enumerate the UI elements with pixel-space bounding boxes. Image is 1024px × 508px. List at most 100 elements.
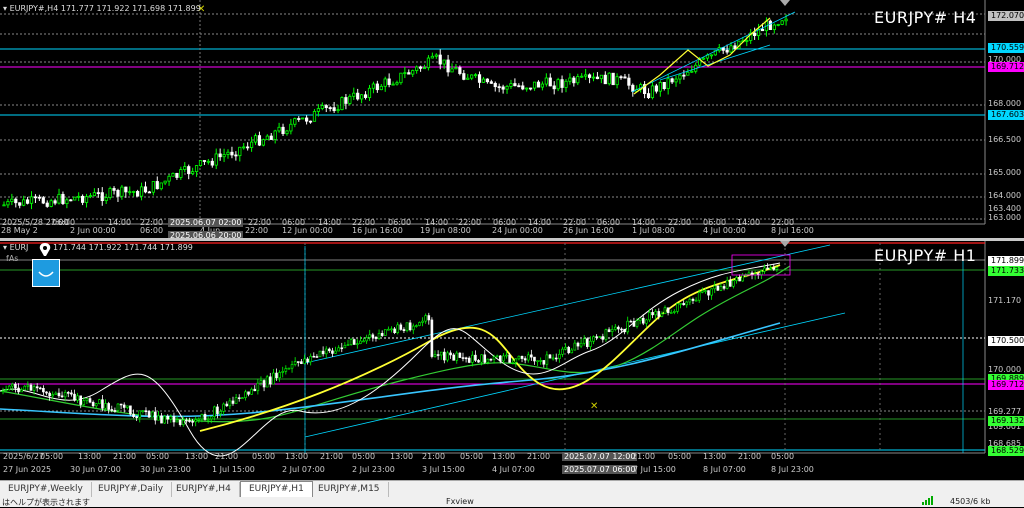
h1-chart-pane[interactable]: ✕ ▾ EURJ 171.744 171.922 171.744 171.899…: [0, 241, 1024, 480]
candle-body: [454, 67, 458, 70]
candle-body: [701, 57, 706, 60]
zigzag-line: [633, 17, 771, 95]
pen-marker-icon[interactable]: [38, 242, 52, 258]
candle-body: [315, 356, 319, 358]
time-axis-label: 21:00: [113, 452, 137, 461]
candle-body: [722, 286, 726, 289]
time-axis-label: 05:00: [352, 452, 376, 461]
candle-body: [328, 348, 331, 352]
candle-body: [595, 336, 598, 338]
time-axis-label: 2 Jun 00:00: [70, 226, 116, 235]
h1-chart-header: ▾ EURJ 171.744 171.922 171.744 171.899: [3, 243, 193, 252]
time-axis-label: 05:00: [252, 452, 276, 461]
trade-tool-button[interactable]: [32, 259, 60, 287]
time-axis-label: 21:00: [422, 452, 446, 461]
candle-body: [676, 303, 679, 312]
candle-body: [144, 410, 148, 413]
candle-body: [670, 78, 674, 83]
candle-body: [178, 419, 182, 425]
candle-body: [256, 382, 260, 392]
candle-body: [259, 380, 263, 384]
candle-body: [334, 350, 337, 354]
candle-body: [450, 68, 454, 73]
candle-body: [713, 285, 717, 290]
candle-body: [77, 195, 81, 198]
candle-body: [483, 354, 487, 363]
candle-body: [760, 28, 765, 32]
candle-body: [222, 154, 226, 158]
candle-body: [719, 286, 723, 291]
candle-body: [197, 418, 201, 421]
candle-body: [25, 199, 30, 204]
candle-body: [514, 358, 518, 363]
candle-body: [580, 75, 584, 78]
candle-body: [265, 376, 269, 388]
candle-body: [244, 391, 247, 398]
candle-body: [84, 196, 89, 203]
chart-menu-arrow-icon[interactable]: ▾: [3, 4, 7, 13]
candle-body: [166, 415, 170, 420]
candle-body: [124, 186, 128, 193]
candle-body: [269, 135, 273, 140]
candle-body: [340, 97, 344, 111]
candle-body: [772, 24, 776, 31]
candle-body: [511, 362, 515, 364]
candle-body: [466, 77, 470, 80]
candle-body: [380, 333, 384, 336]
candle-body: [673, 311, 676, 313]
candle-body: [646, 93, 651, 99]
time-axis-label: 14:00: [528, 218, 552, 227]
time-axis-label: 06:00: [597, 218, 621, 227]
h4-chart-pane[interactable]: ✕ ▾ EURJPY#,H4 171.777 171.922 171.698 1…: [0, 0, 1024, 238]
candle-body: [402, 329, 406, 332]
candle-body: [129, 405, 132, 415]
tab-h4[interactable]: EURJPY#,H4: [168, 482, 240, 497]
candle-body: [589, 340, 592, 347]
price-axis-label: 163.000: [988, 213, 1022, 222]
candle-body: [352, 339, 356, 345]
candle-body: [383, 78, 387, 87]
tab-h1[interactable]: EURJPY#,H1: [240, 481, 313, 498]
tab-weekly[interactable]: EURJPY#,Weekly: [0, 482, 92, 497]
candle-body: [119, 403, 123, 406]
candle-body: [747, 272, 751, 275]
candle-body: [320, 105, 324, 109]
h1-chart-canvas[interactable]: ✕: [0, 241, 1024, 480]
chart-menu-arrow-icon[interactable]: ▾: [3, 243, 7, 252]
h4-chart-canvas[interactable]: ✕: [0, 0, 1024, 238]
candle-body: [626, 320, 630, 333]
candle-body: [648, 312, 651, 321]
candle-body: [135, 416, 138, 419]
candle-body: [309, 355, 312, 363]
candle-body: [51, 394, 55, 397]
candle-body: [253, 135, 258, 143]
candle-body: [238, 146, 242, 157]
candle-body: [393, 328, 396, 334]
candle-body: [167, 175, 171, 182]
time-axis-label: 06:00: [703, 218, 727, 227]
candle-body: [348, 95, 352, 104]
time-axis-label: 12 Jun 00:00: [282, 226, 333, 235]
candle-body: [81, 195, 85, 203]
candle-body: [308, 120, 313, 123]
candle-body: [214, 153, 218, 166]
price-axis-label: 170.000: [988, 365, 1022, 374]
candle-body: [296, 361, 300, 363]
candle-body: [172, 416, 176, 423]
tab-daily[interactable]: EURJPY#,Daily: [90, 482, 173, 497]
time-axis-label: 22:00: [771, 218, 795, 227]
candle-body: [396, 324, 400, 334]
candle-body: [560, 79, 564, 88]
status-traffic: 4503/6 kb: [950, 497, 991, 506]
tab-m15[interactable]: EURJPY#,M15: [310, 482, 389, 497]
candle-body: [139, 186, 144, 197]
candle-body: [219, 411, 222, 415]
candle-body: [234, 397, 238, 404]
tool-shortcut-label[interactable]: fAs: [6, 254, 18, 263]
candle-body: [301, 117, 305, 120]
candle-body: [228, 400, 232, 407]
candle-body: [225, 403, 229, 407]
candle-body: [108, 188, 112, 198]
candle-body: [709, 54, 714, 57]
candle-body: [471, 354, 474, 363]
